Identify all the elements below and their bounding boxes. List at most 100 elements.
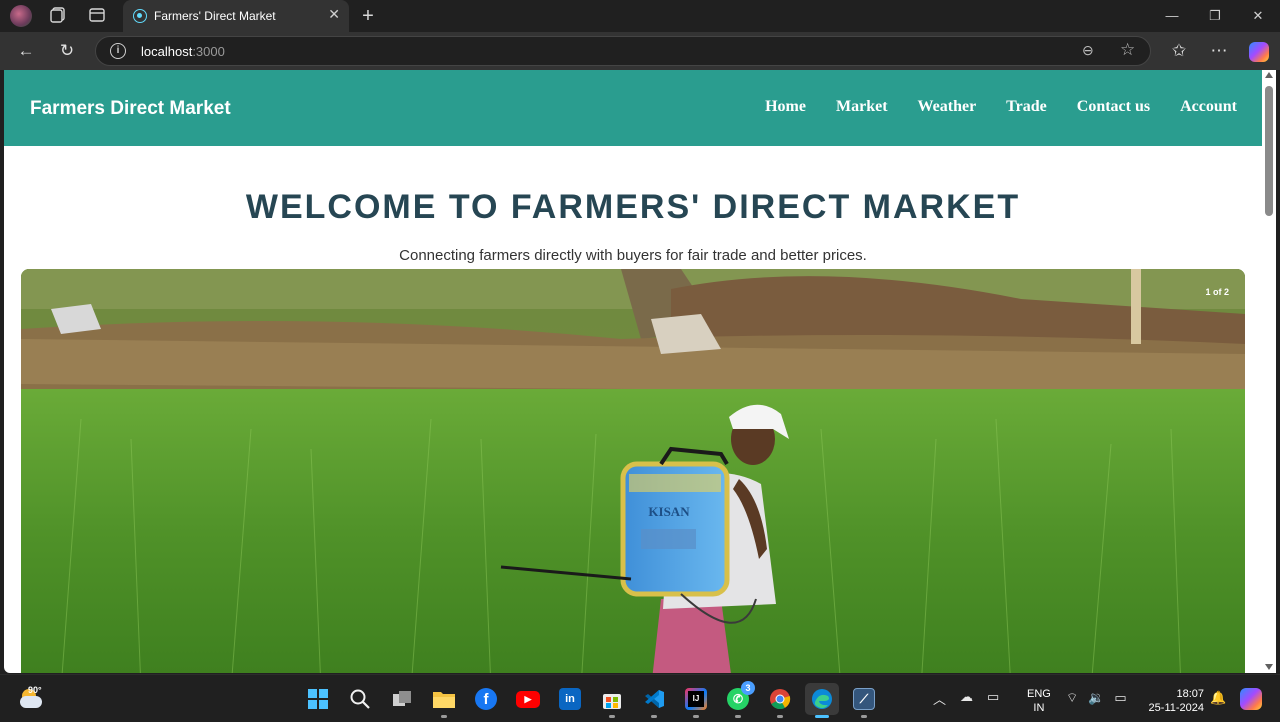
running-indicator: [693, 715, 699, 718]
tab-title: Farmers' Direct Market: [154, 9, 276, 23]
image-carousel[interactable]: KISAN 1 of 2: [21, 269, 1245, 673]
running-indicator: [609, 715, 615, 718]
store-icon: [603, 694, 621, 709]
profile-icon[interactable]: [10, 5, 32, 27]
scroll-up-icon[interactable]: [1265, 72, 1273, 78]
carousel-counter: 1 of 2: [1205, 287, 1229, 297]
language-indicator[interactable]: ENG IN: [1027, 687, 1051, 715]
task-view-button[interactable]: [385, 683, 419, 715]
page-viewport: Farmers Direct Market Home Market Weathe…: [4, 70, 1262, 673]
battery-icon: ▭: [1114, 690, 1127, 705]
wifi-icon: ⌔: [1066, 690, 1079, 705]
language-line2: IN: [1033, 702, 1045, 714]
system-tray: ︿ ☁ ▭: [933, 689, 999, 708]
scroll-down-icon[interactable]: [1265, 664, 1273, 670]
quick-settings[interactable]: ⌔ 🔉 ▭: [1066, 690, 1127, 706]
url-host: localhost: [141, 44, 193, 59]
hero-subtitle: Connecting farmers directly with buyers …: [399, 247, 867, 264]
chrome-app[interactable]: [763, 683, 797, 718]
chevron-up-icon[interactable]: ︿: [933, 689, 946, 708]
nav-link-account[interactable]: Account: [1180, 98, 1237, 116]
task-view-icon: [393, 691, 411, 706]
notification-badge: 3: [741, 681, 755, 695]
zoom-out-icon[interactable]: ⊖: [1082, 42, 1094, 59]
cloud-icon: [20, 696, 42, 708]
whatsapp-app[interactable]: ✆ 3: [721, 681, 755, 718]
browser-toolbar: ← ↻ i localhost:3000 ⊖ ☆ ✩ ⋯: [0, 32, 1280, 70]
nav-link-home[interactable]: Home: [765, 98, 806, 116]
intellij-app[interactable]: IJ: [679, 683, 713, 718]
star-icon[interactable]: ☆: [1120, 40, 1135, 60]
url-text[interactable]: localhost:3000: [141, 44, 225, 59]
display-icon[interactable]: ▭: [987, 689, 999, 708]
facebook-icon: f: [475, 688, 497, 710]
clock[interactable]: 18:07 25-11-2024: [1140, 687, 1204, 715]
linkedin-app[interactable]: in: [553, 683, 587, 715]
nav-link-weather[interactable]: Weather: [918, 98, 977, 116]
sprayer-label: KISAN: [648, 504, 690, 519]
clock-time: 18:07: [1176, 688, 1204, 700]
plus-icon[interactable]: +: [358, 6, 378, 26]
youtube-icon: ▶: [516, 690, 540, 708]
vscode-app[interactable]: [637, 683, 671, 718]
windows-icon: [308, 689, 328, 709]
taskbar-apps: f ▶ in IJ ✆ 3 ⟋: [301, 681, 881, 718]
mysql-workbench-app[interactable]: ⟋: [847, 683, 881, 718]
running-indicator: [651, 715, 657, 718]
chrome-icon: [770, 689, 791, 710]
notification-bell-icon[interactable]: 🔔: [1210, 690, 1226, 706]
close-icon[interactable]: ✕: [328, 6, 340, 23]
edge-app[interactable]: [805, 683, 839, 718]
vscode-icon: [645, 690, 664, 708]
back-icon[interactable]: ←: [15, 40, 37, 62]
info-icon[interactable]: i: [110, 43, 126, 59]
browser-tab-bar: Farmers' Direct Market ✕ + — ❐ ✕: [0, 0, 1280, 32]
mysql-workbench-icon: ⟋: [853, 688, 875, 710]
site-brand[interactable]: Farmers Direct Market: [30, 98, 231, 120]
running-indicator: [777, 715, 783, 718]
restore-icon[interactable]: ❐: [1204, 5, 1226, 27]
favorites-icon[interactable]: ✩: [1168, 40, 1190, 62]
search-icon: [350, 689, 370, 709]
farmer-spraying-field-image: KISAN: [21, 269, 1245, 673]
nav-link-trade[interactable]: Trade: [1006, 98, 1047, 116]
youtube-app[interactable]: ▶: [511, 683, 545, 715]
nav-links: Home Market Weather Trade Contact us Acc…: [765, 98, 1237, 116]
edge-icon: [812, 689, 832, 709]
running-indicator: [815, 715, 829, 718]
hero-title: WELCOME TO FARMERS' DIRECT MARKET: [245, 188, 1021, 226]
page-scrollbar[interactable]: [1262, 70, 1276, 673]
clock-date: 25-11-2024: [1148, 702, 1204, 714]
weather-temperature: 90°: [28, 685, 42, 695]
onedrive-icon[interactable]: ☁: [960, 689, 973, 708]
react-favicon-icon: [133, 9, 147, 23]
site-navbar: Farmers Direct Market Home Market Weathe…: [4, 70, 1262, 146]
intellij-icon: IJ: [685, 688, 707, 710]
copilot-taskbar-icon[interactable]: [1240, 688, 1262, 710]
start-button[interactable]: [301, 683, 335, 715]
running-indicator: [441, 715, 447, 718]
running-indicator: [861, 715, 867, 718]
address-bar[interactable]: i localhost:3000 ⊖ ☆: [95, 36, 1151, 66]
facebook-app[interactable]: f: [469, 683, 503, 715]
copilot-icon[interactable]: [1249, 42, 1269, 62]
collections-icon[interactable]: [48, 6, 68, 26]
window-close-icon[interactable]: ✕: [1247, 5, 1269, 27]
reload-icon[interactable]: ↻: [56, 40, 78, 62]
more-icon[interactable]: ⋯: [1208, 40, 1230, 62]
linkedin-icon: in: [559, 688, 581, 710]
running-indicator: [735, 715, 741, 718]
microsoft-store-app[interactable]: [595, 683, 629, 718]
browser-tab-active[interactable]: Farmers' Direct Market ✕: [123, 0, 349, 32]
windows-taskbar: 90° f ▶ in IJ ✆ 3 ⟋ ︿ ☁ ▭ ENG IN ⌔ 🔉 ▭ 1…: [0, 674, 1280, 722]
scroll-thumb[interactable]: [1265, 86, 1273, 216]
folder-icon: [433, 692, 455, 708]
minimize-icon[interactable]: —: [1161, 5, 1183, 27]
tab-actions-icon[interactable]: [87, 6, 107, 26]
search-button[interactable]: [343, 683, 377, 715]
nav-link-market[interactable]: Market: [836, 98, 888, 116]
nav-link-contact[interactable]: Contact us: [1077, 98, 1150, 116]
language-line1: ENG: [1027, 688, 1051, 700]
url-port: :3000: [192, 44, 225, 59]
file-explorer-app[interactable]: [427, 683, 461, 718]
